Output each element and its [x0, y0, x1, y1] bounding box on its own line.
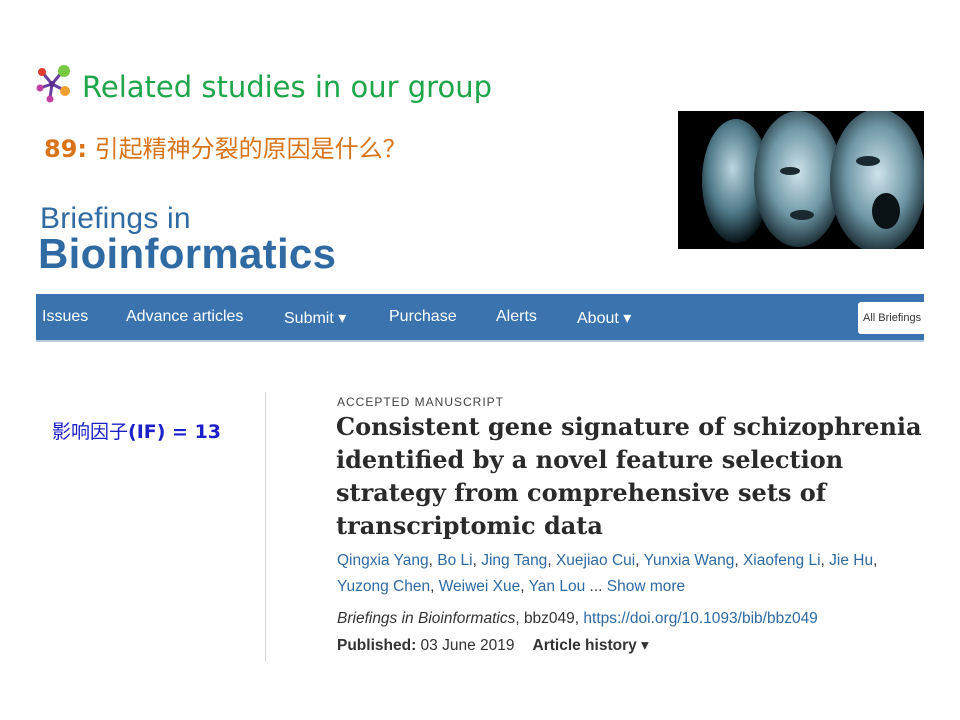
author-link[interactable]: Weiwei Xue: [439, 578, 521, 595]
author-link[interactable]: Bo Li: [437, 552, 472, 569]
author-separator: ,: [430, 578, 439, 595]
published-line: Published: 03 June 2019 Article history ▾: [337, 636, 649, 655]
author-link[interactable]: Xuejiao Cui: [556, 552, 635, 569]
molecule-icon: [36, 65, 70, 103]
citation-journal: Briefings in Bioinformatics: [337, 610, 516, 627]
column-divider: [265, 392, 266, 662]
author-separator: ,: [547, 552, 556, 569]
author-link[interactable]: Yan Lou: [529, 578, 586, 595]
author-separator: ,: [820, 552, 830, 569]
citation-line: Briefings in Bioinformatics, bbz049, htt…: [337, 610, 818, 628]
doi-link[interactable]: https://doi.org/10.1093/bib/bbz049: [583, 610, 817, 627]
journal-brand-line2: Bioinformatics: [38, 230, 337, 277]
author-list: Qingxia Yang, Bo Li, Jing Tang, Xuejiao …: [337, 548, 917, 600]
published-label: Published:: [337, 637, 417, 654]
published-date: 03 June 2019: [420, 637, 515, 654]
nav-advance-articles[interactable]: Advance articles: [126, 308, 243, 326]
nav-purchase[interactable]: Purchase: [389, 308, 457, 326]
nav-about[interactable]: About ▾: [577, 308, 631, 328]
author-separator: ,: [734, 552, 743, 569]
faces-photo: [678, 111, 924, 249]
article-type: ACCEPTED MANUSCRIPT: [337, 395, 505, 409]
show-more-authors-link[interactable]: Show more: [607, 578, 685, 595]
author-link[interactable]: Jie Hu: [829, 552, 873, 569]
author-separator: ,: [472, 552, 482, 569]
question-text: 引起精神分裂的原因是什么？: [87, 135, 407, 163]
author-separator: ,: [873, 552, 878, 569]
search-scope-select[interactable]: All Briefings: [858, 302, 924, 334]
author-link[interactable]: Qingxia Yang: [337, 552, 429, 569]
slide-question: 89: 引起精神分裂的原因是什么？: [44, 129, 407, 164]
nav-issues[interactable]: Issues: [42, 308, 88, 326]
nav-submit[interactable]: Submit ▾: [284, 308, 346, 328]
article-history-toggle[interactable]: Article history ▾: [533, 637, 649, 654]
author-separator: ,: [635, 552, 644, 569]
slide-heading: Related studies in our group: [82, 70, 492, 104]
journal-nav-bar: Issues Advance articles Submit ▾ Purchas…: [36, 294, 924, 342]
author-separator: ,: [428, 552, 438, 569]
author-separator: ,: [520, 578, 529, 595]
author-link[interactable]: Xiaofeng Li: [743, 552, 821, 569]
author-separator: ...: [585, 578, 607, 595]
author-link[interactable]: Yunxia Wang: [644, 552, 735, 569]
nav-alerts[interactable]: Alerts: [496, 308, 537, 326]
impact-factor-label: 影响因子: [52, 421, 129, 443]
impact-factor: 影响因子(IF) = 13: [52, 417, 221, 444]
citation-id: , bbz049,: [515, 610, 584, 627]
question-number: 89:: [44, 135, 87, 163]
author-link[interactable]: Jing Tang: [481, 552, 547, 569]
article-title: Consistent gene signature of schizophren…: [336, 412, 922, 540]
impact-factor-value: (IF) = 13: [128, 421, 222, 443]
author-link[interactable]: Yuzong Chen: [337, 578, 430, 595]
